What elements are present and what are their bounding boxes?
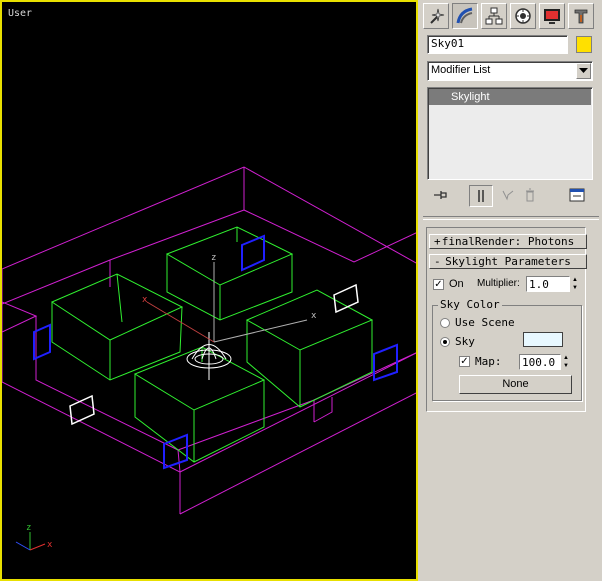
utilities-icon bbox=[574, 9, 588, 24]
on-label: On bbox=[449, 278, 464, 290]
multiplier-spinner-arrows[interactable]: ▲ ▼ bbox=[571, 276, 579, 292]
gizmo-z-label: z bbox=[26, 523, 31, 533]
stack-toolbar bbox=[427, 185, 595, 207]
gizmo-x-label: x bbox=[47, 540, 53, 550]
use-scene-radio[interactable] bbox=[440, 318, 450, 328]
transform-axes bbox=[146, 262, 308, 343]
display-icon bbox=[544, 9, 560, 24]
display-tab[interactable] bbox=[539, 3, 565, 29]
map-amount-field[interactable]: 100.0 bbox=[519, 354, 561, 370]
on-checkbox[interactable]: ✓ bbox=[433, 279, 444, 290]
hierarchy-tab[interactable] bbox=[481, 3, 507, 29]
modify-icon bbox=[456, 7, 473, 24]
pin-stack-icon[interactable] bbox=[431, 185, 451, 205]
object-color-swatch[interactable] bbox=[576, 36, 592, 53]
sky-color-swatch[interactable] bbox=[523, 332, 563, 347]
rollout-skylight-parameters[interactable]: - Skylight Parameters bbox=[429, 254, 587, 269]
use-scene-label: Use Scene bbox=[455, 316, 515, 329]
stack-item-skylight[interactable]: Skylight bbox=[429, 89, 591, 105]
sky-radio[interactable] bbox=[440, 337, 450, 347]
map-label: Map: bbox=[475, 355, 502, 368]
remove-modifier-icon[interactable] bbox=[521, 185, 539, 205]
modifier-list-label: Modifier List bbox=[431, 64, 491, 76]
motion-tab[interactable] bbox=[510, 3, 536, 29]
panel-divider bbox=[423, 216, 599, 220]
motion-icon bbox=[515, 8, 531, 24]
corner-axis-gizmo bbox=[15, 532, 46, 551]
create-tab[interactable] bbox=[423, 3, 449, 29]
modifier-list-dropdown[interactable]: Modifier List bbox=[427, 61, 593, 81]
command-tabs bbox=[423, 3, 599, 31]
rollout-finalrender-photons[interactable]: + finalRender: Photons bbox=[429, 234, 587, 249]
create-icon bbox=[430, 8, 445, 24]
map-none-button[interactable]: None bbox=[459, 375, 572, 394]
utilities-tab[interactable] bbox=[568, 3, 594, 29]
axis-z-label: z bbox=[211, 253, 216, 263]
viewport-label[interactable]: User bbox=[8, 8, 32, 19]
map-spinner-arrows[interactable]: ▲ ▼ bbox=[562, 354, 570, 370]
svg-text:x: x bbox=[142, 295, 148, 305]
show-end-result-icon[interactable] bbox=[469, 185, 493, 207]
multiplier-label: Multiplier: bbox=[477, 278, 520, 289]
object-name-field[interactable]: Sky01 bbox=[427, 35, 568, 54]
sky-color-title: Sky Color bbox=[438, 298, 502, 311]
multiplier-field[interactable]: 1.0 bbox=[526, 276, 570, 292]
map-checkbox[interactable]: ✓ bbox=[459, 356, 470, 367]
viewport-scene: z x x z x bbox=[2, 166, 416, 551]
perspective-viewport[interactable]: z x x z x User bbox=[0, 0, 418, 581]
hierarchy-icon bbox=[485, 7, 503, 25]
blue-windows bbox=[33, 234, 398, 470]
command-panel: Sky01 Modifier List Skylight + finalRende… bbox=[419, 0, 602, 581]
modifier-stack[interactable]: Skylight bbox=[427, 87, 593, 180]
sky-label: Sky bbox=[455, 335, 475, 348]
axis-x-label: x bbox=[311, 311, 317, 321]
configure-sets-icon[interactable] bbox=[567, 185, 587, 205]
make-unique-icon[interactable] bbox=[499, 185, 517, 205]
modify-tab[interactable] bbox=[452, 3, 478, 29]
chevron-down-icon[interactable] bbox=[576, 63, 591, 79]
